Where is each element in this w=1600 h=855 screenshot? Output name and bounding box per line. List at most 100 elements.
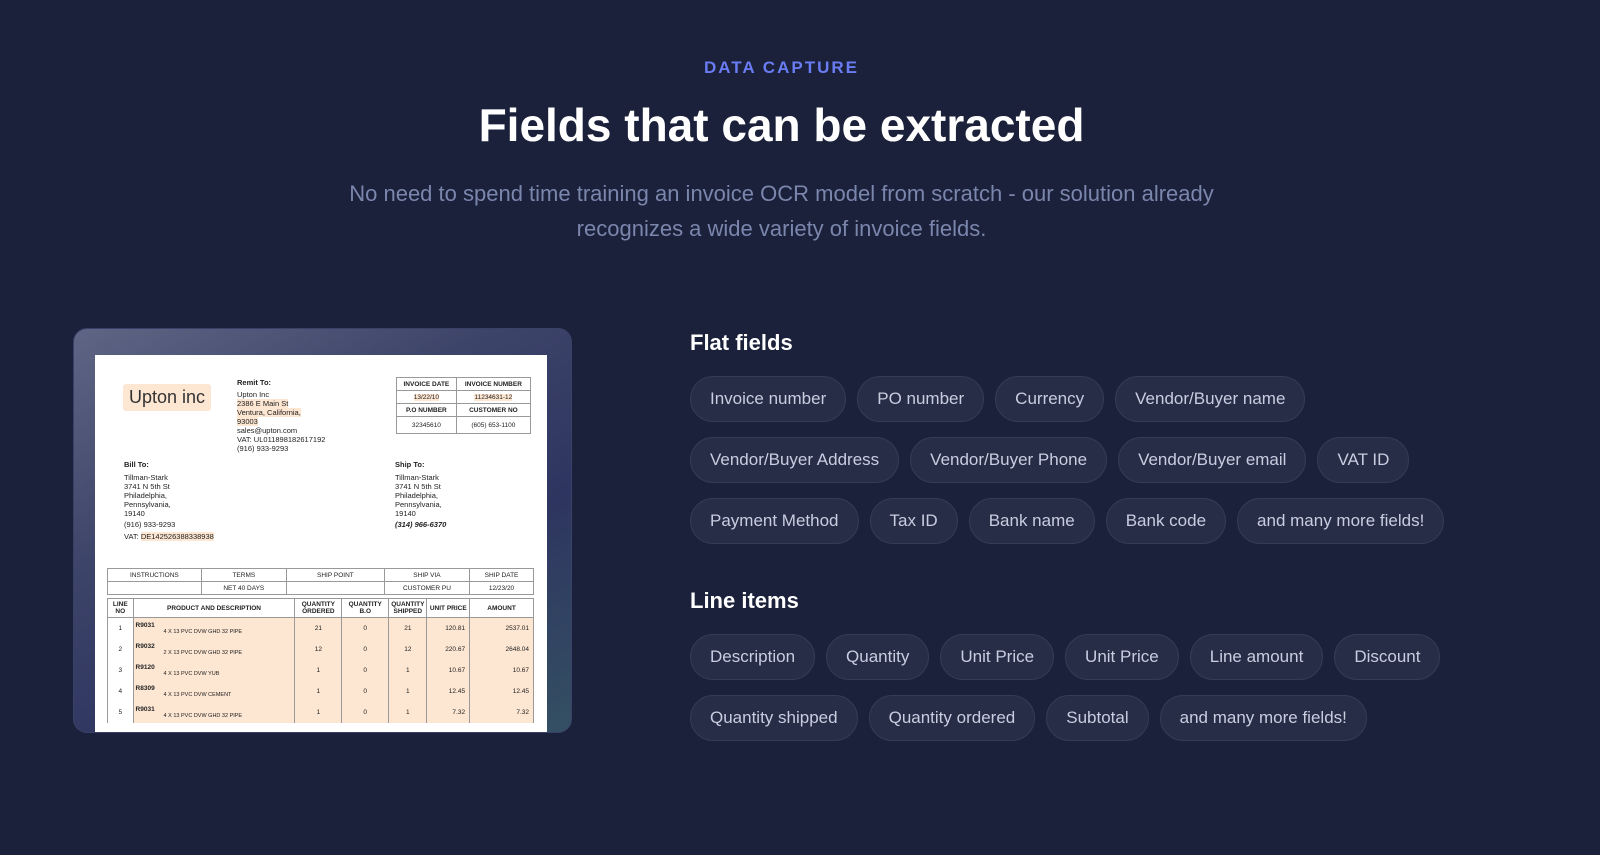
- line-qty-shipped: 21: [388, 617, 428, 639]
- bill-line: 3741 N 5th St: [124, 482, 170, 491]
- invoice-date-cell: 13/22/10: [396, 390, 457, 404]
- field-chip: Invoice number: [690, 376, 847, 422]
- field-chip: Line amount: [1189, 634, 1324, 680]
- line-amount: 2537.01: [469, 617, 534, 639]
- ship-line: Pennsylvania,: [395, 500, 442, 509]
- line-code: R9032: [135, 642, 155, 650]
- line-qty-bo: 0: [341, 680, 390, 702]
- line-code: R9031: [135, 705, 155, 713]
- bill-line: 19140: [124, 509, 145, 518]
- field-chip: Unit Price: [1065, 634, 1179, 680]
- line-qty-shipped: 1: [388, 659, 428, 681]
- line-no: 2: [107, 638, 134, 660]
- terms-value: NET 40 DAYS: [200, 581, 287, 595]
- bill-to-block: Bill To: Tillman-Stark 3741 N 5th St Phi…: [124, 460, 214, 541]
- line-description: 4 X 13 PVC DVW YUB: [163, 670, 220, 677]
- field-chip: Description: [690, 634, 816, 680]
- line-qty-ordered: 12: [294, 638, 343, 660]
- line-qty-bo: 0: [341, 638, 390, 660]
- line-unit-price: 12.45: [426, 680, 471, 702]
- remit-to-block: Remit To: Upton Inc 2386 E Main St Ventu…: [237, 378, 325, 453]
- line-header: LINE NO: [107, 598, 134, 618]
- line-header: AMOUNT: [469, 598, 534, 618]
- invoice-date-label: INVOICE DATE: [396, 377, 457, 391]
- line-product: R9031 4 X 13 PVC DVW GHD 32 PIPE: [132, 617, 296, 639]
- invoice-document: Upton inc Remit To: Upton Inc 2386 E Mai…: [95, 355, 547, 732]
- field-chip: Tax ID: [869, 498, 958, 544]
- line-header: QUANTITY B.O: [341, 598, 390, 618]
- ship-line: 3741 N 5th St: [395, 482, 441, 491]
- line-qty-shipped: 1: [388, 701, 428, 723]
- line-no: 3: [107, 659, 134, 681]
- line-product: R9120 4 X 13 PVC DVW YUB: [132, 659, 296, 681]
- flat-fields-chips: Invoice number PO number Currency Vendor/Bu…: [690, 376, 1510, 559]
- ship-to-label: Ship To:: [395, 460, 425, 469]
- line-product: R8309 4 X 13 PVC DVW CEMENT: [132, 680, 296, 702]
- line-qty-ordered: 1: [294, 680, 343, 702]
- bill-line: Philadelphia,: [124, 491, 167, 500]
- terms-header: SHIP VIA: [383, 568, 471, 582]
- line-item-row: 2 R9032 2 X 13 PVC DVW GHD 32 PIPE 12 0 12 220…: [107, 638, 534, 660]
- line-header: QUANTITY ORDERED: [294, 598, 343, 618]
- line-product: R9031 4 X 13 PVC DVW GHD 32 PIPE: [132, 701, 296, 723]
- line-item-row: 3 R9120 4 X 13 PVC DVW YUB 1 0 1 10.67 10.67: [107, 659, 534, 681]
- line-amount: 12.45: [469, 680, 534, 702]
- invoice-preview-card: Upton inc Remit To: Upton Inc 2386 E Mai…: [73, 328, 572, 733]
- line-items-table: LINE NO PRODUCT AND DESCRIPTION QUANTITY…: [107, 598, 534, 723]
- line-no: 1: [107, 617, 134, 639]
- invoice-date-value: 13/22/10: [413, 393, 440, 401]
- bill-vat-prefix: VAT:: [124, 532, 139, 541]
- remit-line: Ventura, California,: [237, 408, 301, 417]
- line-amount: 10.67: [469, 659, 534, 681]
- line-code: R9031: [135, 621, 155, 629]
- field-chip: and many more fields!: [1237, 498, 1445, 544]
- line-code: R8309: [135, 684, 155, 692]
- line-item-row: 5 R9031 4 X 13 PVC DVW GHD 32 PIPE 1 0 1 7.32 7…: [107, 701, 534, 723]
- field-chip: VAT ID: [1317, 437, 1410, 483]
- remit-line: (916) 933-9293: [237, 444, 289, 453]
- page-subtitle: No need to spend time training an invoic…: [349, 181, 1214, 241]
- bill-to-label: Bill To:: [124, 460, 149, 469]
- field-chip: PO number: [857, 376, 985, 422]
- line-items-heading: Line items: [690, 588, 799, 613]
- terms-value: CUSTOMER PU: [383, 581, 471, 595]
- bill-vat: VAT: DE142526388338938: [124, 532, 214, 541]
- line-items-chips: Description Quantity Unit Price Unit Price L…: [690, 634, 1510, 756]
- page-title: Fields that can be extracted: [478, 99, 1085, 151]
- line-qty-ordered: 1: [294, 659, 343, 681]
- field-chip: Unit Price: [940, 634, 1055, 680]
- field-chip: Currency: [995, 376, 1105, 422]
- line-qty-bo: 0: [341, 701, 390, 723]
- field-chip: Quantity shipped: [690, 695, 858, 741]
- line-item-row: 4 R8309 4 X 13 PVC DVW CEMENT 1 0 1 12.45 12.45: [107, 680, 534, 702]
- invoice-number-label: INVOICE NUMBER: [455, 377, 532, 391]
- line-code: R9120: [135, 663, 155, 671]
- terms-table: INSTRUCTIONS TERMS SHIP POINT SHIP VIA S…: [107, 568, 534, 595]
- ship-to-block: Ship To: Tillman-Stark 3741 N 5th St Phi…: [395, 460, 446, 529]
- field-chip: Vendor/Buyer Address: [690, 437, 900, 483]
- invoice-meta-table: INVOICE DATE INVOICE NUMBER 13/22/10 112…: [396, 377, 532, 434]
- field-chip: Discount: [1334, 634, 1441, 680]
- field-chip: Vendor/Buyer email: [1118, 437, 1307, 483]
- terms-header: SHIP POINT: [285, 568, 385, 582]
- line-amount: 7.32: [469, 701, 534, 723]
- section-eyebrow: DATA CAPTURE: [704, 58, 859, 77]
- terms-header: TERMS: [200, 568, 287, 582]
- ship-line: Philadelphia,: [395, 491, 438, 500]
- field-chip: Quantity: [826, 634, 930, 680]
- line-description: 4 X 13 PVC DVW GHD 32 PIPE: [163, 712, 243, 719]
- field-chip: Subtotal: [1046, 695, 1149, 741]
- remit-line: 2386 E Main St: [237, 399, 289, 408]
- terms-value: [107, 581, 202, 595]
- field-chip: and many more fields!: [1159, 695, 1367, 741]
- line-qty-ordered: 21: [294, 617, 343, 639]
- line-amount: 2648.04: [469, 638, 534, 660]
- ship-line: 19140: [395, 509, 416, 518]
- line-qty-bo: 0: [341, 659, 390, 681]
- line-description: 4 X 13 PVC DVW GHD 32 PIPE: [163, 628, 243, 635]
- line-unit-price: 120.81: [426, 617, 471, 639]
- terms-value: [285, 581, 385, 595]
- field-chip: Bank name: [968, 498, 1095, 544]
- remit-line: 93003: [237, 417, 258, 426]
- flat-fields-heading: Flat fields: [690, 330, 793, 355]
